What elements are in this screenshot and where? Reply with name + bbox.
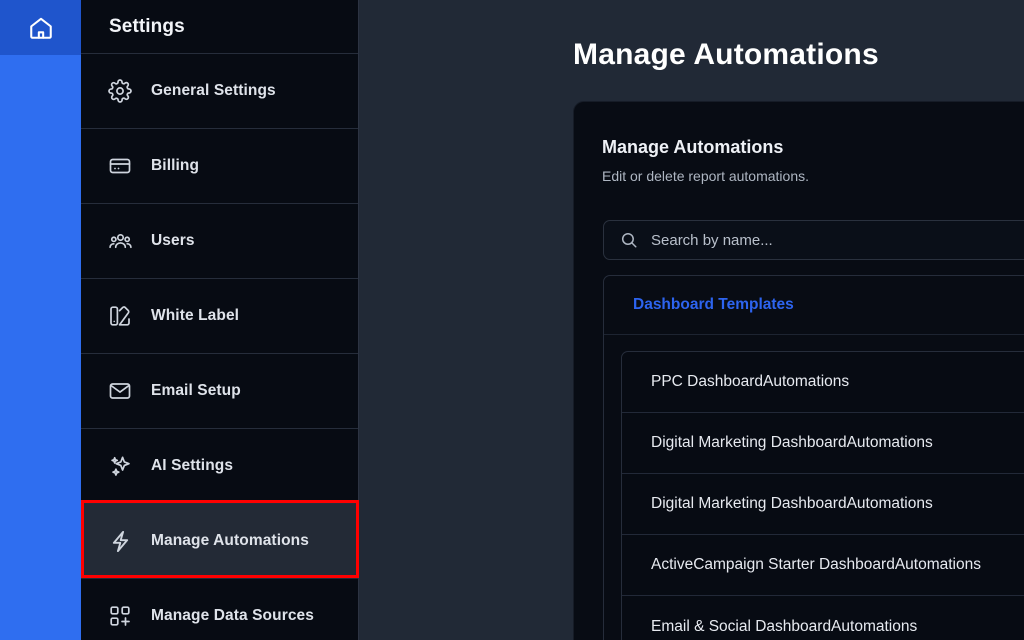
- list-item[interactable]: PPC DashboardAutomations: [622, 352, 1024, 413]
- sidebar-item-white-label[interactable]: White Label: [81, 279, 358, 354]
- gear-icon: [107, 78, 133, 104]
- users-icon: [107, 228, 133, 254]
- lightning-bolt-icon: [107, 528, 133, 554]
- sidebar-item-label: General Settings: [151, 82, 276, 99]
- sidebar-item-label: Email Setup: [151, 382, 241, 399]
- card-title: Manage Automations: [602, 137, 784, 157]
- page-title: Manage Automations: [573, 38, 879, 71]
- sidebar-item-email-setup[interactable]: Email Setup: [81, 354, 358, 429]
- tab-dashboard-templates[interactable]: Dashboard Templates: [604, 276, 1024, 335]
- sidebar-item-billing[interactable]: Billing: [81, 129, 358, 204]
- list-item[interactable]: Digital Marketing DashboardAutomations: [622, 413, 1024, 474]
- grid-plus-icon: [107, 603, 133, 629]
- list-item[interactable]: Digital Marketing DashboardAutomations: [622, 474, 1024, 535]
- sidebar-item-label: Manage Data Sources: [151, 607, 314, 624]
- sidebar-item-ai-settings[interactable]: AI Settings: [81, 429, 358, 504]
- automations-list: PPC DashboardAutomations Digital Marketi…: [621, 351, 1024, 640]
- sidebar-item-label: Manage Automations: [151, 532, 309, 549]
- search-placeholder: Search by name...: [651, 231, 773, 249]
- sidebar-item-label: White Label: [151, 307, 240, 324]
- home-icon: [28, 15, 54, 41]
- credit-card-icon: [107, 153, 133, 179]
- list-item[interactable]: Email & Social DashboardAutomations: [622, 596, 1024, 640]
- search-input[interactable]: Search by name...: [603, 220, 1024, 260]
- tab-label: Dashboard Templates: [633, 296, 794, 313]
- sidebar-item-users[interactable]: Users: [81, 204, 358, 279]
- home-button[interactable]: [0, 0, 81, 55]
- card-subtitle: Edit or delete report automations.: [602, 168, 810, 184]
- envelope-icon: [107, 378, 133, 404]
- search-icon: [620, 231, 638, 249]
- sparkle-icon: [107, 453, 133, 479]
- settings-sidebar: Settings General Settings Billing Users …: [81, 0, 359, 640]
- palette-icon: [107, 303, 133, 329]
- sidebar-item-general-settings[interactable]: General Settings: [81, 54, 358, 129]
- main-content: Manage Automations Manage Automations Ed…: [359, 0, 1024, 640]
- app-rail: [0, 0, 81, 640]
- sidebar-item-manage-automations[interactable]: Manage Automations: [81, 504, 358, 579]
- sidebar-title: Settings: [81, 0, 358, 54]
- sidebar-item-label: Users: [151, 232, 195, 249]
- sidebar-item-label: Billing: [151, 157, 200, 174]
- app-window: Settings General Settings Billing Users …: [0, 0, 1024, 640]
- automations-card: Manage Automations Edit or delete report…: [573, 101, 1024, 640]
- sidebar-item-manage-data-sources[interactable]: Manage Data Sources: [81, 579, 358, 640]
- templates-panel: Dashboard Templates PPC DashboardAutomat…: [603, 275, 1024, 640]
- list-item[interactable]: ActiveCampaign Starter DashboardAutomati…: [622, 535, 1024, 596]
- sidebar-item-label: AI Settings: [151, 457, 234, 474]
